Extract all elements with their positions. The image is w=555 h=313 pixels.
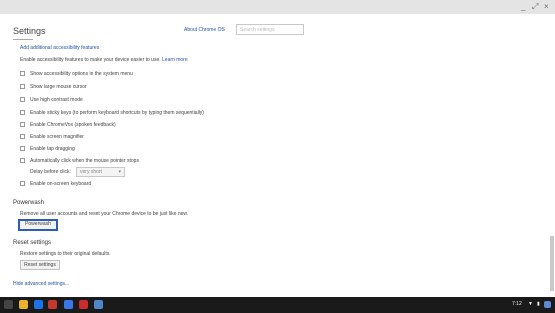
youtube-app-icon[interactable] [79, 300, 88, 309]
option-label: Enable on-screen keyboard [30, 181, 92, 187]
delay-select-value: very short [80, 169, 102, 175]
page-title: Settings [13, 26, 46, 36]
checkbox-high-contrast[interactable] [20, 97, 25, 102]
delay-label: Delay before click: [30, 169, 71, 175]
accessibility-intro: Enable accessibility features to make yo… [20, 57, 188, 63]
chrome-app-icon[interactable] [19, 300, 28, 309]
option-label: Use high contrast mode [30, 97, 83, 103]
option-label: Enable tap dragging [30, 146, 75, 152]
scrollbar[interactable] [550, 236, 554, 291]
option-label: Enable sticky keys (to perform keyboard … [30, 110, 204, 116]
checkbox-tap-dragging[interactable] [20, 146, 25, 151]
reset-description: Restore settings to their original defau… [20, 251, 111, 257]
gmail-app-icon[interactable] [48, 300, 57, 309]
about-chrome-os-link[interactable]: About Chrome OS [184, 27, 225, 33]
checkbox-autoclick[interactable] [20, 158, 25, 163]
option-label: Automatically click when the mouse point… [30, 158, 139, 164]
checkbox-accessibility-menu[interactable] [20, 71, 25, 76]
option-label: Show accessibility options in the system… [30, 71, 133, 77]
status-time[interactable]: 7:12 [512, 299, 522, 310]
title-underline [13, 39, 33, 40]
powerwash-button[interactable]: Powerwash [18, 219, 58, 231]
checkbox-sticky-keys[interactable] [20, 110, 25, 115]
avatar[interactable] [544, 301, 551, 308]
wifi-icon[interactable]: ▼ [528, 299, 533, 310]
add-accessibility-features-link[interactable]: Add additional accessibility features [20, 45, 99, 51]
battery-icon[interactable]: ▮ [537, 299, 540, 310]
minimize-button[interactable]: _ [521, 1, 525, 13]
option-label: Show large mouse cursor [30, 84, 87, 90]
powerwash-section-title: Powerwash [13, 200, 45, 206]
maximize-button[interactable]: ⤢ [532, 1, 538, 13]
checkbox-chromevox[interactable] [20, 122, 25, 127]
checkbox-large-cursor[interactable] [20, 84, 25, 89]
files-app-icon[interactable] [94, 300, 103, 309]
reset-section-title: Reset settings [13, 240, 52, 246]
option-label: Enable screen magnifier [30, 134, 84, 140]
launcher-icon[interactable] [4, 300, 13, 309]
checkbox-onscreen-keyboard[interactable] [20, 181, 25, 186]
docs-app-icon[interactable] [64, 300, 73, 309]
powerwash-description: Remove all user accounts and reset your … [20, 211, 189, 217]
reset-settings-button[interactable]: Reset settings [20, 260, 60, 270]
checkbox-screen-magnifier[interactable] [20, 134, 25, 139]
close-button[interactable]: × [544, 1, 549, 13]
delay-select[interactable]: very short ▾ [76, 167, 125, 177]
window-titlebar [0, 0, 555, 14]
learn-more-link[interactable]: Learn more [162, 57, 188, 63]
search-settings-input[interactable]: Search settings [236, 24, 304, 35]
hide-advanced-settings-link[interactable]: Hide advanced settings... [13, 281, 69, 287]
option-label: Enable ChromeVox (spoken feedback) [30, 122, 116, 128]
chevron-down-icon: ▾ [118, 169, 121, 175]
search-app-icon[interactable] [34, 300, 43, 309]
